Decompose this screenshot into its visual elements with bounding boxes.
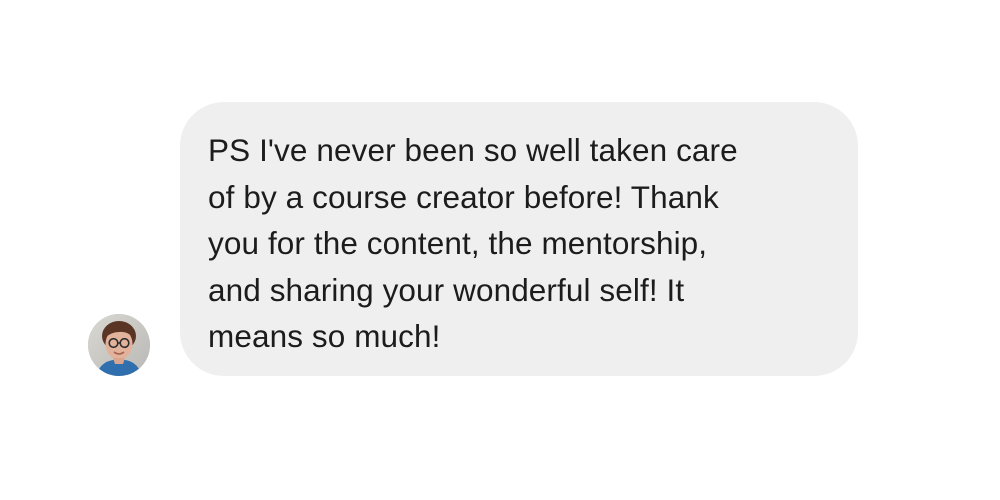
sender-avatar[interactable] bbox=[88, 314, 150, 376]
message-bubble[interactable]: PS I've never been so well taken care of… bbox=[180, 102, 858, 376]
message-text: PS I've never been so well taken care of… bbox=[208, 132, 738, 354]
user-avatar-icon bbox=[88, 314, 150, 376]
message-row: PS I've never been so well taken care of… bbox=[88, 102, 868, 378]
